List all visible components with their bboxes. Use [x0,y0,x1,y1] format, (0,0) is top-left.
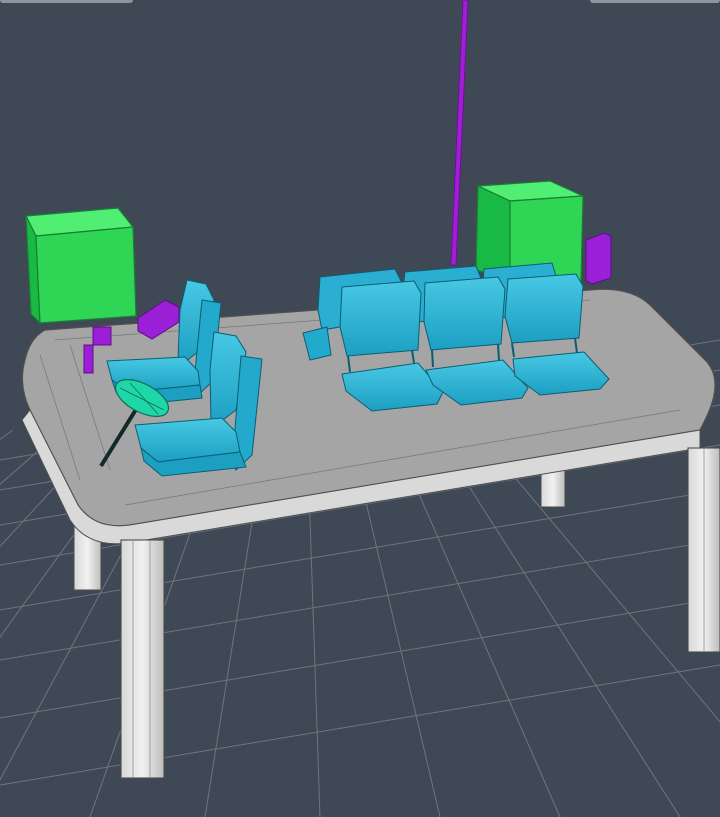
green-cube-left[interactable] [25,207,137,325]
scene-canvas[interactable] [0,0,720,817]
3d-viewport[interactable] [0,0,720,817]
magenta-vertical-line[interactable] [450,0,469,266]
